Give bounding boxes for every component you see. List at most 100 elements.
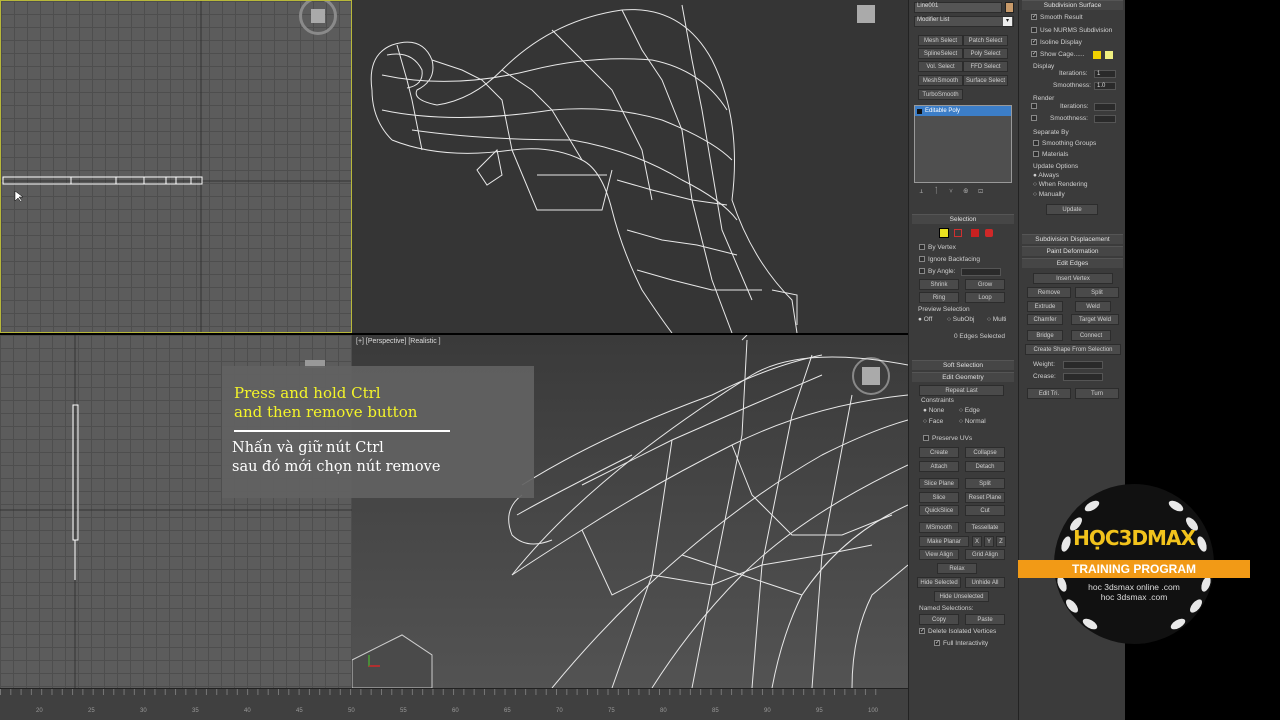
top-viewport[interactable] bbox=[0, 0, 352, 333]
edit-tri-button[interactable]: Edit Tri. bbox=[1027, 388, 1071, 399]
smoothness-spinner[interactable]: 1.0 bbox=[1094, 82, 1116, 90]
constraint-edge-radio[interactable]: ○ Edge bbox=[959, 407, 980, 414]
crease-spinner[interactable] bbox=[1063, 373, 1103, 381]
polygon-mode-icon[interactable] bbox=[971, 229, 979, 237]
poly-select-button[interactable]: Poly Select bbox=[963, 48, 1008, 59]
object-color-swatch[interactable] bbox=[1005, 2, 1014, 13]
cage-selection-color-swatch[interactable] bbox=[1105, 51, 1113, 59]
split-button[interactable]: Split bbox=[1075, 287, 1119, 298]
subdivision-displacement-header[interactable]: Subdivision Displacement bbox=[1022, 234, 1123, 244]
smoothing-groups-checkbox[interactable]: Smoothing Groups bbox=[1033, 140, 1096, 147]
view-align-button[interactable]: View Align bbox=[919, 549, 959, 560]
timeline-ruler[interactable]: 20 25 30 35 40 45 50 55 60 65 70 75 80 85 90 95 100 bbox=[0, 688, 908, 720]
weld-button[interactable]: Weld bbox=[1075, 301, 1111, 312]
meshsmooth-button[interactable]: MeshSmooth bbox=[918, 75, 963, 86]
render-smoothness-spinner[interactable] bbox=[1094, 115, 1116, 123]
subdivision-surface-header[interactable]: Subdivision Surface bbox=[1022, 0, 1123, 10]
iterations-spinner[interactable]: 1 bbox=[1094, 70, 1116, 78]
angle-spinner[interactable] bbox=[961, 268, 1001, 276]
detach-button[interactable]: Detach bbox=[965, 461, 1005, 472]
stack-tools-icons[interactable]: ⊥ᛙ⋎⊛⊡ bbox=[919, 186, 993, 195]
connect-button[interactable]: Connect bbox=[1071, 330, 1111, 341]
cut-button[interactable]: Cut bbox=[965, 505, 1005, 516]
update-manually-radio[interactable]: ○ Manually bbox=[1033, 191, 1065, 198]
render-iterations-spinner[interactable] bbox=[1094, 103, 1116, 111]
edit-edges-header[interactable]: Edit Edges bbox=[1022, 258, 1123, 268]
by-angle-checkbox[interactable]: By Angle: bbox=[919, 268, 955, 275]
element-mode-icon[interactable] bbox=[985, 229, 993, 237]
quickslice-button[interactable]: QuickSlice bbox=[919, 505, 959, 516]
make-planar-button[interactable]: Make Planar bbox=[919, 536, 969, 547]
unhide-all-button[interactable]: Unhide All bbox=[965, 577, 1005, 588]
mesh-select-button[interactable]: Mesh Select bbox=[918, 35, 963, 46]
use-nurms-checkbox[interactable]: Use NURMS Subdivision bbox=[1031, 27, 1112, 34]
cage-color-swatch[interactable] bbox=[1093, 51, 1101, 59]
planar-z-button[interactable]: Z bbox=[996, 536, 1006, 547]
render-smoothness-checkbox[interactable]: Smoothness: bbox=[1031, 115, 1088, 122]
vertex-mode-icon[interactable] bbox=[939, 228, 949, 238]
extrude-button[interactable]: Extrude bbox=[1027, 301, 1063, 312]
ignore-backfacing-checkbox[interactable]: Ignore Backfacing bbox=[919, 256, 980, 263]
turbosmooth-button[interactable]: TurboSmooth bbox=[918, 89, 963, 100]
smooth-result-checkbox[interactable]: ✓ Smooth Result bbox=[1031, 14, 1083, 21]
grid-align-button[interactable]: Grid Align bbox=[965, 549, 1005, 560]
preview-multi-radio[interactable]: ○ Multi bbox=[987, 316, 1006, 323]
repeat-last-button[interactable]: Repeat Last bbox=[919, 385, 1004, 396]
tessellate-button[interactable]: Tessellate bbox=[965, 522, 1005, 533]
ring-button[interactable]: Ring bbox=[919, 292, 959, 303]
reset-plane-button[interactable]: Reset Plane bbox=[965, 492, 1005, 503]
relax-button[interactable]: Relax bbox=[937, 563, 977, 574]
hide-unselected-button[interactable]: Hide Unselected bbox=[934, 591, 989, 602]
update-always-radio[interactable]: ● Always bbox=[1033, 172, 1059, 179]
update-button[interactable]: Update bbox=[1046, 204, 1098, 215]
modifier-stack[interactable]: Editable Poly bbox=[914, 105, 1012, 183]
by-vertex-checkbox[interactable]: By Vertex bbox=[919, 244, 956, 251]
modifier-list-dropdown[interactable]: Modifier List ▾ bbox=[914, 16, 1014, 27]
stack-item-editable-poly[interactable]: Editable Poly bbox=[915, 106, 1011, 116]
materials-checkbox[interactable]: Materials bbox=[1033, 151, 1068, 158]
preview-off-radio[interactable]: ● Off bbox=[918, 316, 932, 323]
slice-plane-button[interactable]: Slice Plane bbox=[919, 478, 959, 489]
surface-select-button[interactable]: Surface Select bbox=[963, 75, 1008, 86]
remove-button[interactable]: Remove bbox=[1027, 287, 1071, 298]
split-checkbox[interactable]: Split bbox=[965, 478, 1005, 489]
preserve-uvs-checkbox[interactable]: Preserve UVs bbox=[923, 435, 972, 442]
constraint-normal-radio[interactable]: ○ Normal bbox=[959, 418, 986, 425]
spline-select-button[interactable]: SplineSelect bbox=[918, 48, 963, 59]
loop-button[interactable]: Loop bbox=[965, 292, 1005, 303]
update-when-rendering-radio[interactable]: ○ When Rendering bbox=[1033, 181, 1088, 188]
attach-button[interactable]: Attach bbox=[919, 461, 959, 472]
delete-isolated-checkbox[interactable]: ✓ Delete Isolated Vertices bbox=[919, 628, 996, 635]
object-name-field[interactable]: Line001 bbox=[914, 2, 1002, 13]
render-iterations-checkbox[interactable]: Iterations: bbox=[1031, 103, 1089, 110]
show-cage-checkbox[interactable]: ✓ Show Cage...... bbox=[1031, 51, 1084, 58]
soft-selection-rollout-header[interactable]: Soft Selection bbox=[912, 360, 1014, 370]
patch-select-button[interactable]: Patch Select bbox=[963, 35, 1008, 46]
paint-deformation-header[interactable]: Paint Deformation bbox=[1022, 246, 1123, 256]
copy-button[interactable]: Copy bbox=[919, 614, 959, 625]
paste-button[interactable]: Paste bbox=[965, 614, 1005, 625]
slice-button[interactable]: Slice bbox=[919, 492, 959, 503]
ffd-select-button[interactable]: FFD Select bbox=[963, 61, 1008, 72]
create-button[interactable]: Create bbox=[919, 447, 959, 458]
preview-subobj-radio[interactable]: ○ SubObj bbox=[947, 316, 974, 323]
insert-vertex-button[interactable]: Insert Vertex bbox=[1033, 273, 1113, 284]
bridge-button[interactable]: Bridge bbox=[1027, 330, 1063, 341]
grow-button[interactable]: Grow bbox=[965, 279, 1005, 290]
planar-y-button[interactable]: Y bbox=[984, 536, 994, 547]
constraint-face-radio[interactable]: ○ Face bbox=[923, 418, 943, 425]
turn-button[interactable]: Turn bbox=[1075, 388, 1119, 399]
edge-mode-icon[interactable] bbox=[954, 229, 962, 237]
vol-select-button[interactable]: Vol. Select bbox=[918, 61, 963, 72]
chamfer-button[interactable]: Chamfer bbox=[1027, 314, 1063, 325]
collapse-button[interactable]: Collapse bbox=[965, 447, 1005, 458]
full-interactivity-checkbox[interactable]: ✓ Full Interactivity bbox=[934, 640, 988, 647]
selection-rollout-header[interactable]: Selection bbox=[912, 214, 1014, 224]
planar-x-button[interactable]: X bbox=[972, 536, 982, 547]
msmooth-button[interactable]: MSmooth bbox=[919, 522, 959, 533]
constraint-none-radio[interactable]: ● None bbox=[923, 407, 944, 414]
front-viewport[interactable] bbox=[352, 0, 908, 333]
create-shape-button[interactable]: Create Shape From Selection bbox=[1025, 344, 1121, 355]
target-weld-button[interactable]: Target Weld bbox=[1071, 314, 1119, 325]
isoline-display-checkbox[interactable]: ✓ Isoline Display bbox=[1031, 39, 1082, 46]
